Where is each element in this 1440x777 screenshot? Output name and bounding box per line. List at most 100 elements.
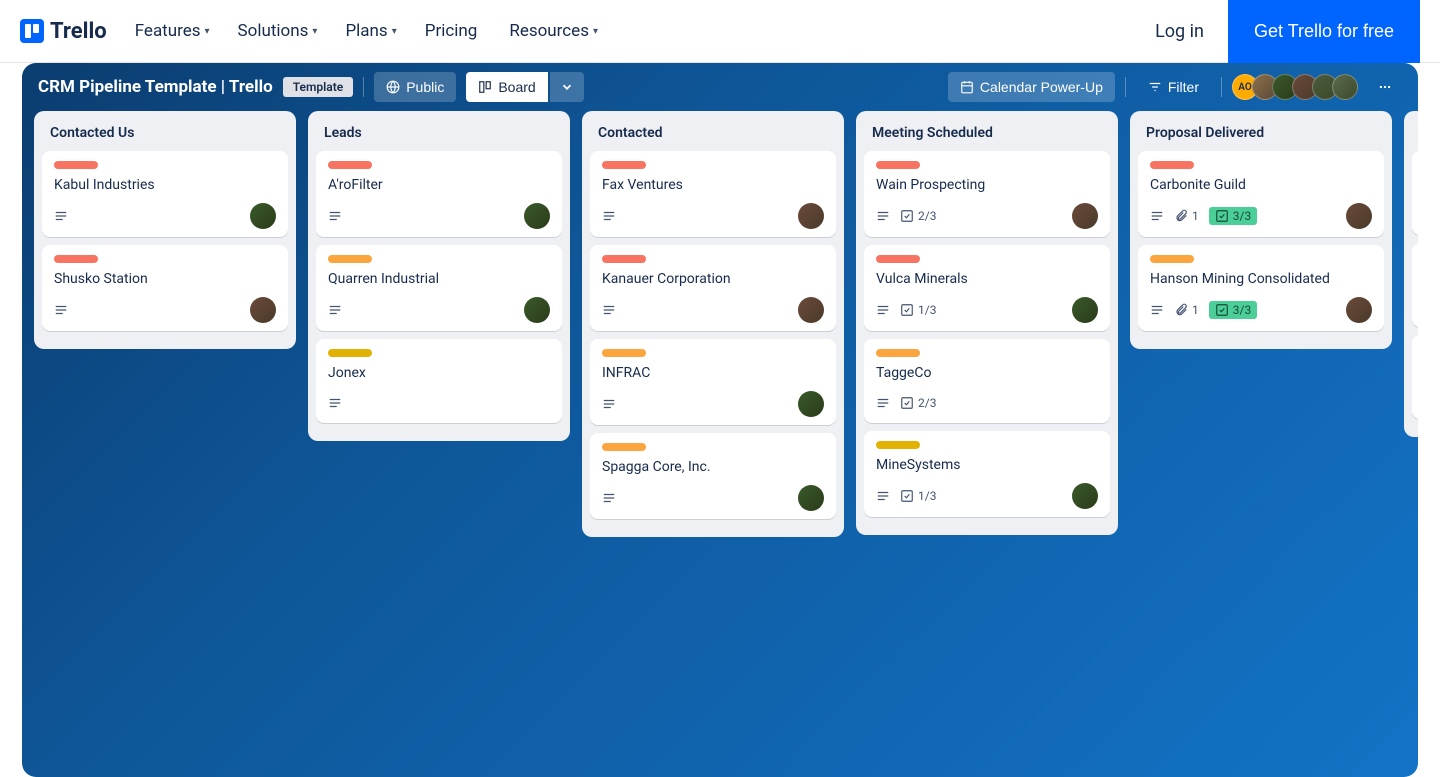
attachment-badge: 1 bbox=[1174, 209, 1199, 223]
description-badge bbox=[1150, 209, 1164, 223]
card[interactable]: Carbonite Guild13/3 bbox=[1138, 151, 1384, 237]
card[interactable]: Jonex bbox=[316, 339, 562, 423]
card-member-avatar[interactable] bbox=[524, 203, 550, 229]
card-title: Spagga Core, Inc. bbox=[602, 459, 824, 475]
board-view-dropdown[interactable] bbox=[550, 72, 584, 102]
description-icon bbox=[1150, 209, 1164, 223]
card-label[interactable] bbox=[602, 443, 646, 451]
checklist-badge: 2/3 bbox=[900, 209, 936, 223]
card[interactable]: MineSystems1/3 bbox=[864, 431, 1110, 517]
card[interactable]: A'roFilter bbox=[316, 151, 562, 237]
card-member-avatar[interactable] bbox=[250, 203, 276, 229]
description-icon bbox=[602, 397, 616, 411]
card-member-avatar[interactable] bbox=[1072, 203, 1098, 229]
nav-features[interactable]: Features▾ bbox=[135, 21, 210, 41]
card-member-avatar[interactable] bbox=[524, 297, 550, 323]
card[interactable]: Ra bbox=[1412, 335, 1418, 419]
list-title[interactable]: Meeting Scheduled bbox=[864, 121, 1110, 151]
login-link[interactable]: Log in bbox=[1131, 21, 1228, 42]
card-label[interactable] bbox=[1150, 255, 1194, 263]
calendar-icon bbox=[960, 80, 974, 94]
card-label[interactable] bbox=[602, 349, 646, 357]
card[interactable]: TaggeCo2/3 bbox=[864, 339, 1110, 423]
checklist-icon bbox=[900, 396, 914, 410]
card[interactable]: Ca bbox=[1412, 243, 1418, 327]
card-label[interactable] bbox=[876, 161, 920, 169]
calendar-powerup-button[interactable]: Calendar Power-Up bbox=[948, 72, 1115, 102]
card[interactable]: Shusko Station bbox=[42, 245, 288, 331]
list-title[interactable]: Proposal Delivered bbox=[1138, 121, 1384, 151]
checklist-badge: 1/3 bbox=[900, 303, 936, 317]
filter-button[interactable]: Filter bbox=[1136, 72, 1211, 102]
card[interactable]: Kanauer Corporation bbox=[590, 245, 836, 331]
card-label[interactable] bbox=[1150, 161, 1194, 169]
board-menu-button[interactable] bbox=[1368, 73, 1402, 101]
board-lists: Contacted UsKabul IndustriesShusko Stati… bbox=[22, 111, 1418, 777]
attachment-badge: 1 bbox=[1174, 303, 1199, 317]
card[interactable]: Kabul Industries bbox=[42, 151, 288, 237]
card-member-avatar[interactable] bbox=[798, 485, 824, 511]
description-icon bbox=[1150, 303, 1164, 317]
card-label[interactable] bbox=[54, 161, 98, 169]
card[interactable]: Tu bbox=[1412, 151, 1418, 235]
card-member-avatar[interactable] bbox=[250, 297, 276, 323]
description-badge bbox=[602, 397, 616, 411]
card[interactable]: Fax Ventures bbox=[590, 151, 836, 237]
description-badge bbox=[876, 209, 890, 223]
board-view-button[interactable]: Board bbox=[466, 72, 547, 102]
card-member-avatar[interactable] bbox=[1346, 297, 1372, 323]
nav-solutions[interactable]: Solutions▾ bbox=[238, 21, 318, 41]
checklist-icon bbox=[1215, 303, 1229, 317]
list-title[interactable]: Leads bbox=[316, 121, 562, 151]
card[interactable]: Quarren Industrial bbox=[316, 245, 562, 331]
card-label[interactable] bbox=[602, 255, 646, 263]
divider bbox=[1221, 77, 1222, 97]
nav-plans[interactable]: Plans▾ bbox=[345, 21, 396, 41]
card-label[interactable] bbox=[328, 161, 372, 169]
card-member-avatar[interactable] bbox=[798, 203, 824, 229]
card-title: TaggeCo bbox=[876, 365, 1098, 381]
card[interactable]: Vulca Minerals 1/3 bbox=[864, 245, 1110, 331]
list-title[interactable]: W bbox=[1412, 121, 1418, 151]
card-title: Vulca Minerals bbox=[876, 271, 1098, 287]
card-member-avatar[interactable] bbox=[798, 391, 824, 417]
card-footer: 2/3 bbox=[876, 203, 1098, 229]
card-footer bbox=[602, 391, 824, 417]
board-title: CRM Pipeline Template | Trello bbox=[38, 77, 273, 97]
card-label[interactable] bbox=[602, 161, 646, 169]
nav-pricing[interactable]: Pricing bbox=[425, 21, 482, 41]
card-member-avatar[interactable] bbox=[798, 297, 824, 323]
public-button[interactable]: Public bbox=[374, 72, 456, 102]
card-label[interactable] bbox=[54, 255, 98, 263]
checklist-icon bbox=[900, 209, 914, 223]
card-member-avatar[interactable] bbox=[1346, 203, 1372, 229]
list: Leads A'roFilter Quarren IndustrialJonex bbox=[308, 111, 570, 441]
card-member-avatar[interactable] bbox=[1072, 297, 1098, 323]
card-footer: 1/3 bbox=[876, 483, 1098, 509]
card[interactable]: INFRAC bbox=[590, 339, 836, 425]
card-title: Kanauer Corporation bbox=[602, 271, 824, 287]
get-trello-button[interactable]: Get Trello for free bbox=[1228, 0, 1420, 63]
top-navigation: Trello Features▾ Solutions▾ Plans▾ Prici… bbox=[0, 0, 1440, 63]
member-avatars: AO bbox=[1232, 74, 1358, 100]
card-label[interactable] bbox=[876, 349, 920, 357]
attachment-icon bbox=[1174, 303, 1188, 317]
description-icon bbox=[876, 396, 890, 410]
card-title: A'roFilter bbox=[328, 177, 550, 193]
member-avatar[interactable] bbox=[1332, 74, 1358, 100]
nav-resources[interactable]: Resources▾ bbox=[509, 21, 598, 41]
trello-logo[interactable]: Trello bbox=[20, 19, 107, 44]
card[interactable]: Hanson Mining Consolidated13/3 bbox=[1138, 245, 1384, 331]
list-title[interactable]: Contacted Us bbox=[42, 121, 288, 151]
card-label[interactable] bbox=[328, 255, 372, 263]
card[interactable]: Spagga Core, Inc. bbox=[590, 433, 836, 519]
card-member-avatar[interactable] bbox=[1072, 483, 1098, 509]
card-label[interactable] bbox=[876, 441, 920, 449]
card-label[interactable] bbox=[328, 349, 372, 357]
checklist-badge: 3/3 bbox=[1209, 207, 1257, 225]
divider bbox=[1125, 77, 1126, 97]
card[interactable]: Wain Prospecting2/3 bbox=[864, 151, 1110, 237]
list-title[interactable]: Contacted bbox=[590, 121, 836, 151]
card-title: Fax Ventures bbox=[602, 177, 824, 193]
card-label[interactable] bbox=[876, 255, 920, 263]
